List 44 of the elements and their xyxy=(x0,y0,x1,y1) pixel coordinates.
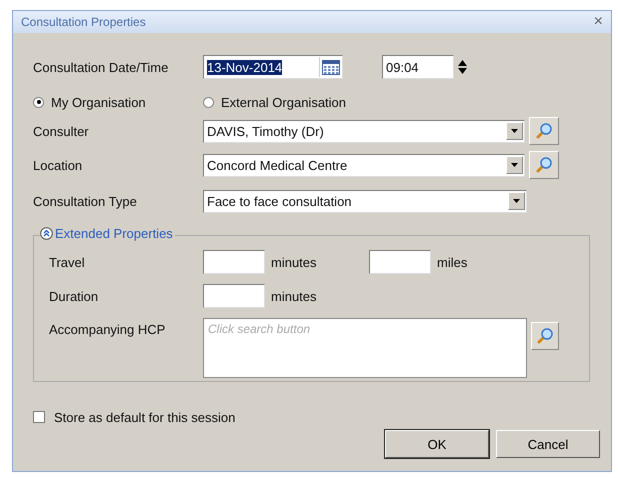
group-title: Extended Properties xyxy=(55,226,173,241)
unit-label: minutes xyxy=(271,254,318,270)
caret-icon xyxy=(511,129,518,133)
search-icon xyxy=(535,122,553,140)
field-label: Duration xyxy=(49,288,100,304)
time-field[interactable]: 09:04 xyxy=(382,55,454,79)
field-label: Location xyxy=(33,158,84,172)
dropdown-button[interactable] xyxy=(508,192,525,210)
unit-label: minutes xyxy=(271,288,317,304)
search-icon xyxy=(536,327,554,345)
field-label: Travel xyxy=(49,254,86,270)
field-label: Consultation Type xyxy=(33,194,138,208)
input-field[interactable] xyxy=(369,250,431,274)
field-label: Accompanying HCP xyxy=(49,322,166,337)
dropdown-button[interactable] xyxy=(506,122,523,140)
input-field[interactable] xyxy=(203,250,265,274)
caret-icon xyxy=(511,163,518,167)
cancel-button[interactable]: Cancel xyxy=(496,430,600,458)
dropdown-field[interactable]: Concord Medical Centre xyxy=(203,154,525,176)
radio-option[interactable]: My Organisation xyxy=(33,94,203,110)
input-field[interactable] xyxy=(203,284,265,308)
spin-down-icon[interactable] xyxy=(458,68,467,74)
search-button[interactable] xyxy=(529,117,559,145)
radio-option[interactable]: External Organisation xyxy=(203,94,403,110)
dropdown-field[interactable]: Face to face consultation xyxy=(203,190,527,212)
search-button[interactable] xyxy=(529,151,559,179)
unit-label: miles xyxy=(437,254,468,270)
caret-icon xyxy=(513,199,520,203)
field-label: Consulter xyxy=(33,124,90,138)
search-icon xyxy=(535,156,553,174)
calendar-icon[interactable] xyxy=(322,60,340,74)
window-title: Consultation Properties xyxy=(21,15,146,29)
spin-up-icon[interactable] xyxy=(458,60,467,66)
ok-button[interactable]: OK xyxy=(385,430,489,458)
checkbox[interactable] xyxy=(33,411,45,423)
date-field[interactable]: 13-Nov-2014 xyxy=(203,55,343,79)
collapse-icon[interactable] xyxy=(40,227,53,240)
checkbox-label: Store as default for this session xyxy=(54,410,236,424)
close-button[interactable]: × xyxy=(594,13,603,31)
search-button[interactable] xyxy=(531,322,559,350)
field-label: Consultation Date/Time xyxy=(33,60,170,74)
date-value: 13-Nov-2014 xyxy=(207,60,282,74)
dropdown-field[interactable]: DAVIS, Timothy (Dr) xyxy=(203,120,525,142)
dropdown-button[interactable] xyxy=(506,156,523,174)
